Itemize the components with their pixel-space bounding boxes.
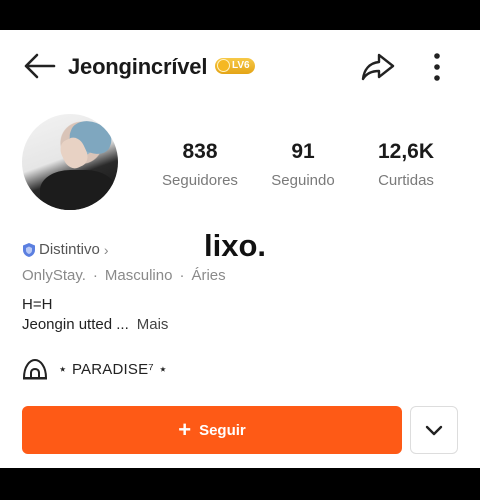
chevron-down-icon	[425, 425, 443, 436]
back-arrow-icon[interactable]	[22, 52, 56, 80]
bio-line-2: Jeongin utted ... Mais	[22, 316, 168, 333]
avatar-jacket	[40, 170, 116, 210]
top-bar: Jeongincrível LV6	[0, 30, 480, 105]
bio-more-link[interactable]: Mais	[137, 316, 169, 333]
level-badge-text: LV6	[232, 60, 250, 71]
profile-avatar[interactable]	[22, 114, 118, 210]
more-options-icon[interactable]	[430, 51, 444, 83]
stat-following[interactable]: 91 Seguindo	[268, 140, 338, 189]
stat-followers[interactable]: 838 Seguidores	[158, 140, 242, 189]
plus-icon: +	[178, 417, 192, 442]
dome-icon	[23, 359, 47, 380]
bio-text: Jeongin utted ...	[22, 316, 129, 333]
likes-label: Curtidas	[378, 172, 434, 189]
following-count: 91	[291, 140, 315, 163]
share-icon[interactable]	[360, 51, 396, 83]
badge-link[interactable]: Distintivo ›	[22, 241, 109, 258]
following-label: Seguindo	[271, 172, 335, 189]
meta-separator: ·	[92, 267, 98, 284]
follow-button-label: Seguir	[199, 421, 246, 439]
chevron-right-icon: ›	[103, 241, 109, 258]
profile-screen: Jeongincrível LV6 838 Seguidores 91 Segu…	[0, 30, 480, 468]
meta-gender: Masculino	[104, 267, 173, 284]
badge-link-label: Distintivo	[39, 241, 100, 258]
level-badge: LV6	[215, 58, 255, 74]
stat-likes[interactable]: 12,6K Curtidas	[370, 140, 442, 189]
meta-group: OnlyStay.	[22, 267, 86, 284]
community-link[interactable]: ⋆ PARADISE⁷ ⋆	[22, 358, 168, 380]
profile-username: Jeongincrível	[68, 54, 208, 79]
meta-sign: Áries	[191, 267, 226, 284]
bio-line-1: H=H	[22, 296, 53, 313]
profile-meta: OnlyStay. · Masculino · Áries	[22, 267, 226, 284]
likes-count: 12,6K	[377, 140, 435, 163]
followers-label: Seguidores	[162, 172, 238, 189]
more-actions-button[interactable]	[410, 406, 458, 454]
overlay-caption: lixo.	[204, 228, 267, 263]
follow-button[interactable]: + Seguir	[22, 406, 402, 454]
meta-separator: ·	[179, 267, 185, 284]
shield-icon	[23, 242, 35, 257]
level-badge-icon	[217, 59, 230, 72]
community-name: ⋆ PARADISE⁷ ⋆	[58, 361, 168, 378]
followers-count: 838	[182, 140, 218, 163]
